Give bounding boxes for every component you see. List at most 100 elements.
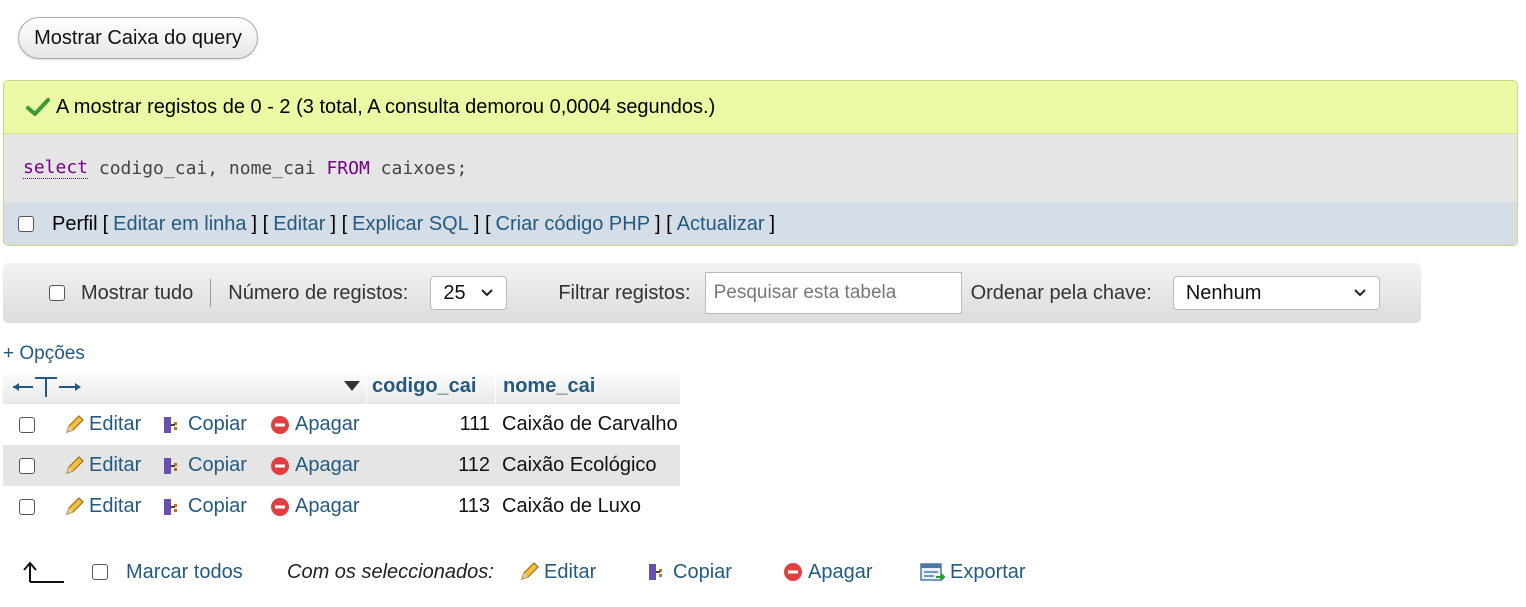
copy-rows-icon	[649, 564, 662, 580]
bracket-sep: ] [	[655, 212, 672, 235]
bulk-copy-button[interactable]: Copiar	[647, 552, 732, 592]
copy-label: Copiar	[188, 454, 247, 476]
num-rows-value: 25	[443, 281, 466, 304]
copy-rows-icon	[164, 416, 177, 433]
results-table: codigo_cai nome_cai Editar Copiar Apagar…	[3, 369, 693, 527]
chevron-down-icon	[481, 289, 494, 297]
row-delete-button[interactable]: Apagar	[269, 404, 360, 445]
bracket-sep: ] [	[330, 212, 348, 235]
check-all-checkbox[interactable]	[92, 564, 108, 580]
table-header: codigo_cai nome_cai	[3, 369, 680, 404]
bulk-edit-button[interactable]: Editar	[518, 552, 596, 592]
row-edit-button[interactable]: Editar	[63, 404, 141, 445]
success-message: A mostrar registos de 0 - 2 (3 total, A …	[4, 81, 1517, 134]
refresh-link[interactable]: Actualizar	[677, 213, 765, 236]
sql-columns: codigo_cai, nome_cai	[88, 157, 327, 179]
row-checkbox[interactable]	[19, 498, 35, 515]
column-header-codigo-cai[interactable]: codigo_cai	[372, 369, 476, 404]
pencil-icon	[66, 455, 84, 474]
row-copy-button[interactable]: Copiar	[162, 404, 247, 445]
show-all-checkbox[interactable]	[49, 285, 65, 301]
row-delete-button[interactable]: Apagar	[269, 445, 360, 486]
sort-key-select[interactable]: Nenhum	[1172, 276, 1380, 310]
bulk-export-label: Exportar	[950, 560, 1026, 583]
table-row: Editar Copiar Apagar 113 Caixão de Luxo	[3, 486, 693, 527]
create-php-code-link[interactable]: Criar código PHP	[496, 213, 651, 236]
delete-label: Apagar	[295, 454, 360, 476]
column-header-nome-cai[interactable]: nome_cai	[503, 369, 595, 404]
bulk-edit-label: Editar	[544, 560, 597, 583]
bulk-delete-button[interactable]: Apagar	[782, 552, 873, 592]
inline-edit-link[interactable]: Editar em linha	[113, 213, 246, 236]
pencil-icon	[521, 562, 539, 580]
chevron-down-icon	[1354, 289, 1366, 297]
bulk-actions-bar: Marcar todos Com os seleccionados: Edita…	[0, 552, 1100, 592]
options-link[interactable]: + Opções	[3, 343, 85, 365]
check-icon	[26, 98, 50, 116]
check-all-link[interactable]: Marcar todos	[126, 552, 243, 592]
filter-label: Filtrar registos:	[558, 281, 691, 304]
sql-select-keyword[interactable]: select	[23, 157, 89, 179]
copy-rows-icon	[164, 498, 177, 515]
profiling-checkbox[interactable]	[18, 216, 34, 232]
profiling-label: Perfil	[52, 212, 98, 235]
sql-from-keyword: FROM	[326, 157, 370, 179]
row-delete-button[interactable]: Apagar	[269, 486, 360, 527]
bracket-open: [	[102, 212, 109, 235]
copy-rows-icon	[164, 457, 177, 474]
delete-icon	[271, 456, 289, 475]
divider	[210, 279, 212, 307]
copy-label: Copiar	[188, 495, 247, 517]
bracket-sep: ] [	[251, 212, 269, 235]
cell-nome-cai: Caixão Ecológico	[502, 454, 657, 476]
row-copy-button[interactable]: Copiar	[162, 486, 247, 527]
pencil-icon	[66, 414, 84, 433]
cell-nome-cai: Caixão de Luxo	[502, 495, 641, 517]
edit-label: Editar	[89, 495, 142, 517]
delete-label: Apagar	[295, 413, 360, 435]
delete-icon	[271, 497, 289, 516]
show-query-box-button[interactable]: Mostrar Caixa do query	[18, 17, 258, 59]
explain-sql-link[interactable]: Explicar SQL	[352, 213, 469, 236]
filter-search-input[interactable]	[704, 272, 962, 314]
edit-label: Editar	[89, 413, 142, 435]
cell-codigo-cai: 112	[458, 454, 490, 476]
query-result-panel: A mostrar registos de 0 - 2 (3 total, A …	[3, 80, 1518, 246]
copy-label: Copiar	[188, 413, 247, 435]
export-icon	[920, 563, 946, 581]
delete-icon	[784, 563, 802, 581]
query-tools: Perfil [Editar em linha] [Editar] [Expli…	[4, 202, 1517, 245]
bracket-sep: ] [	[473, 212, 491, 235]
sql-table: caixoes;	[369, 157, 468, 179]
table-row: Editar Copiar Apagar 111 Caixão de Carva…	[3, 404, 693, 445]
row-checkbox[interactable]	[19, 416, 35, 433]
show-all-label: Mostrar tudo	[81, 281, 194, 304]
bulk-export-button[interactable]: Exportar	[920, 552, 1026, 592]
table-row: Editar Copiar Apagar 112 Caixão Ecológic…	[3, 445, 680, 486]
sort-label: Ordenar pela chave:	[970, 281, 1152, 304]
bracket-close: ]	[769, 212, 776, 235]
sql-query: select codigo_cai, nome_cai FROM caixoes…	[4, 134, 1517, 202]
cell-codigo-cai: 113	[458, 495, 490, 517]
row-copy-button[interactable]: Copiar	[162, 445, 247, 486]
bulk-copy-label: Copiar	[673, 560, 732, 583]
navigation-bar: Mostrar tudo Número de registos: 25 Filt…	[3, 263, 1421, 323]
edit-label: Editar	[89, 454, 142, 476]
delete-icon	[271, 415, 289, 434]
success-message-text: A mostrar registos de 0 - 2 (3 total, A …	[56, 95, 716, 118]
row-edit-button[interactable]: Editar	[63, 445, 141, 486]
column-resize-arrows-icon[interactable]	[11, 375, 83, 399]
row-checkbox[interactable]	[19, 457, 35, 474]
num-rows-select[interactable]: 25	[430, 276, 508, 310]
delete-label: Apagar	[295, 495, 360, 517]
sort-key-value: Nenhum	[1185, 281, 1262, 304]
sort-triangle-icon[interactable]	[343, 380, 361, 392]
pencil-icon	[66, 496, 84, 515]
cell-nome-cai: Caixão de Carvalho	[502, 413, 678, 435]
num-rows-label: Número de registos:	[228, 281, 409, 304]
bulk-delete-label: Apagar	[808, 560, 873, 583]
row-edit-button[interactable]: Editar	[63, 486, 141, 527]
with-selected-label: Com os seleccionados:	[287, 560, 494, 583]
arrow-up-left-icon	[23, 561, 64, 583]
edit-link[interactable]: Editar	[273, 213, 325, 236]
